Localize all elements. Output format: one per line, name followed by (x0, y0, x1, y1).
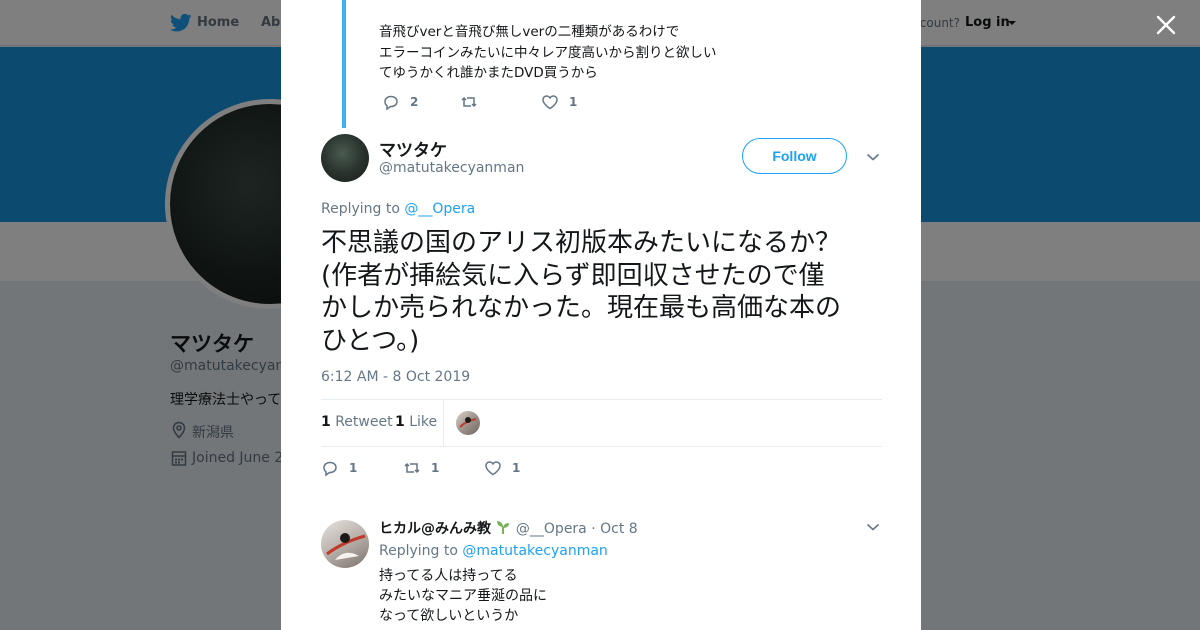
like-count: 1 (512, 461, 521, 475)
stats-divider (443, 400, 444, 446)
likes-count: 1 (395, 414, 405, 430)
tweet-text-line: かしか売られなかった。現在最も高価な本の (321, 293, 842, 323)
previous-tweet-line: てゆうかくれ誰かまたDVD買うから (379, 65, 598, 81)
reply-action[interactable]: 2 (382, 93, 460, 111)
retweet-action[interactable]: 1 (403, 459, 484, 477)
tweet-text: 不思議の国のアリス初版本みたいになるか？ (作者が挿絵気に入らず即回収させたので… (321, 227, 886, 357)
retweet-action[interactable] (460, 93, 541, 111)
reply-text-line: なって欲しいというか (379, 608, 519, 624)
tweet-timestamp[interactable]: 6:12 AM - 8 Oct 2019 (321, 369, 470, 385)
tweet-stats: 1 Retweet 1 Like (321, 399, 882, 447)
meta-separator: · (591, 521, 596, 537)
tweet-actions: 1 1 1 (321, 459, 520, 477)
previous-tweet-text: 音飛びverと音飛び無しverの二種類があるわけで エラーコインみたいに中々レア… (379, 22, 717, 84)
retweet-icon[interactable] (460, 93, 478, 111)
tweet-text-line: (作者が挿絵気に入らず即回収させたので僅 (321, 260, 825, 291)
previous-tweet-line: エラーコインみたいに中々レア度高いから割りと欲しい (379, 44, 717, 61)
author-handle[interactable]: @matutakecyanman (379, 160, 524, 176)
tweet-text-line: 不思議の国のアリス初版本みたいになるか？ (321, 228, 842, 258)
reply-icon[interactable] (321, 459, 339, 477)
previous-tweet-actions: 2 1 (382, 93, 577, 111)
replying-to-label: Replying to (379, 543, 458, 559)
likes-label: Like (409, 414, 438, 430)
reply-date[interactable]: Oct 8 (600, 521, 638, 537)
heart-icon[interactable] (541, 93, 559, 111)
author-avatar[interactable] (321, 134, 369, 182)
reply-count: 2 (410, 95, 419, 109)
retweet-count: 1 (431, 461, 440, 475)
bird-photo-icon (326, 533, 366, 560)
retweets-stat[interactable]: 1 Retweet (321, 414, 393, 430)
follow-button[interactable]: Follow (742, 138, 847, 174)
author-name[interactable]: マツタケ (379, 136, 447, 161)
mention-link[interactable]: @__Opera (404, 201, 475, 217)
reply-author-name[interactable]: ヒカル@みんみ教 (379, 521, 491, 537)
reply-tweet-text: 持ってる人は持ってる みたいなマニア垂涎の品に なって欲しいというか (379, 566, 547, 626)
reply-count: 1 (349, 461, 358, 475)
tweet-text-line: ひとつ。) (321, 325, 420, 356)
conversation-thread-line (342, 0, 346, 128)
tweet-permalink-modal: 音飛びverと音飛び無しverの二種類があるわけで エラーコインみたいに中々レア… (281, 0, 921, 630)
retweet-icon[interactable] (403, 459, 421, 477)
mention-link[interactable]: @matutakecyanman (462, 543, 607, 559)
retweets-label: Retweet (335, 414, 393, 430)
like-action[interactable]: 1 (484, 459, 520, 477)
reply-text-line: 持ってる人は持ってる (379, 568, 518, 584)
reply-header: ヒカル@みんみ教 @__Opera · Oct 8 (379, 518, 638, 538)
reply-icon[interactable] (382, 93, 400, 111)
reply-action[interactable]: 1 (321, 459, 403, 477)
likes-stat[interactable]: 1 Like (395, 414, 437, 430)
seedling-icon (497, 521, 510, 534)
like-action[interactable]: 1 (541, 93, 577, 111)
replying-to: Replying to @__Opera (321, 201, 475, 217)
chevron-down-icon[interactable] (866, 522, 880, 532)
reply-replying-to: Replying to @matutakecyanman (379, 543, 608, 559)
retweets-count: 1 (321, 414, 331, 430)
bird-photo-icon (459, 417, 477, 428)
chevron-down-icon[interactable] (866, 152, 880, 162)
reply-text-line: みたいなマニア垂涎の品に (379, 588, 547, 604)
previous-tweet-line: 音飛びverと音飛び無しverの二種類があるわけで (379, 24, 680, 40)
close-icon[interactable] (1152, 11, 1180, 39)
replying-to-label: Replying to (321, 201, 400, 217)
reply-author-handle[interactable]: @__Opera (516, 521, 587, 537)
like-count: 1 (569, 95, 578, 109)
heart-icon[interactable] (484, 459, 502, 477)
reply-author-avatar[interactable] (321, 520, 369, 568)
liker-avatar[interactable] (456, 411, 480, 435)
